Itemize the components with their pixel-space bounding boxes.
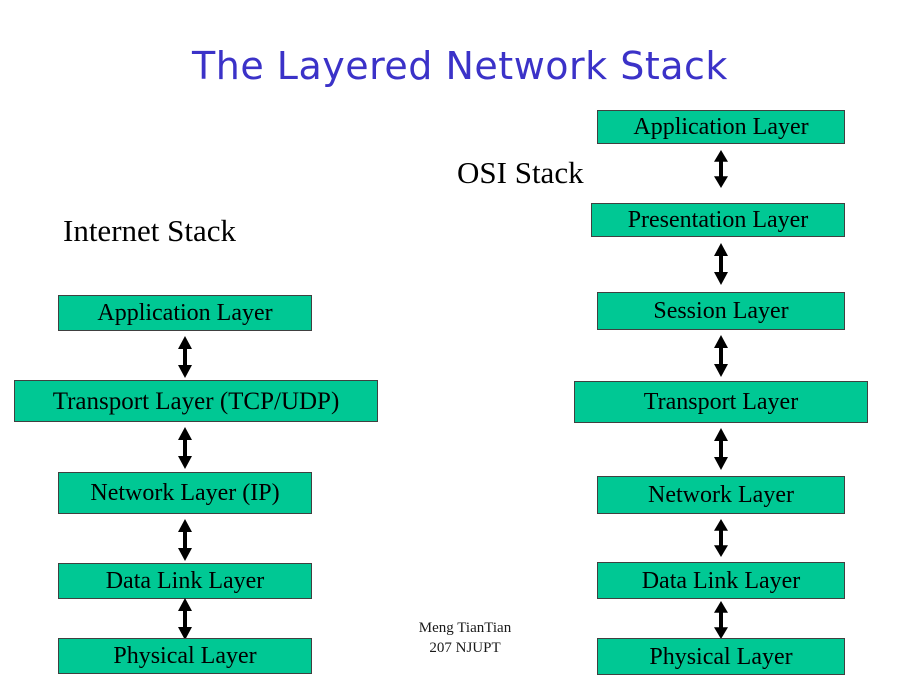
osi-stack-caption: OSI Stack: [457, 155, 584, 190]
slide-canvas: The Layered Network Stack Internet Stack…: [0, 0, 920, 690]
internet-stack-caption: Internet Stack: [63, 213, 237, 248]
internet-layer-physical[interactable]: Physical Layer: [58, 638, 312, 674]
credit-block: Meng TianTian 207 NJUPT: [370, 618, 560, 659]
osi-layer-presentation[interactable]: Presentation Layer: [591, 203, 845, 237]
internet-layer-network[interactable]: Network Layer (IP): [58, 472, 312, 514]
double-headed-vertical-arrow-icon: [712, 601, 730, 639]
internet-layer-data-link[interactable]: Data Link Layer: [58, 563, 312, 599]
double-headed-vertical-arrow-icon: [712, 428, 730, 470]
double-headed-vertical-arrow-icon: [712, 150, 730, 188]
double-headed-vertical-arrow-icon: [176, 427, 194, 469]
double-headed-vertical-arrow-icon: [176, 598, 194, 640]
double-headed-vertical-arrow-icon: [712, 243, 730, 285]
osi-layer-session[interactable]: Session Layer: [597, 292, 845, 330]
internet-layer-transport[interactable]: Transport Layer (TCP/UDP): [14, 380, 378, 422]
double-headed-vertical-arrow-icon: [176, 336, 194, 378]
osi-layer-physical[interactable]: Physical Layer: [597, 638, 845, 675]
double-headed-vertical-arrow-icon: [712, 335, 730, 377]
double-headed-vertical-arrow-icon: [176, 519, 194, 561]
page-title: The Layered Network Stack: [192, 44, 728, 88]
osi-layer-network[interactable]: Network Layer: [597, 476, 845, 514]
osi-layer-application[interactable]: Application Layer: [597, 110, 845, 144]
credit-author: Meng TianTian: [418, 620, 512, 636]
credit-affiliation: 207 NJUPT: [429, 640, 501, 657]
double-headed-vertical-arrow-icon: [712, 519, 730, 557]
osi-layer-transport[interactable]: Transport Layer: [574, 381, 868, 423]
internet-layer-application[interactable]: Application Layer: [58, 295, 312, 331]
osi-layer-data-link[interactable]: Data Link Layer: [597, 562, 845, 599]
